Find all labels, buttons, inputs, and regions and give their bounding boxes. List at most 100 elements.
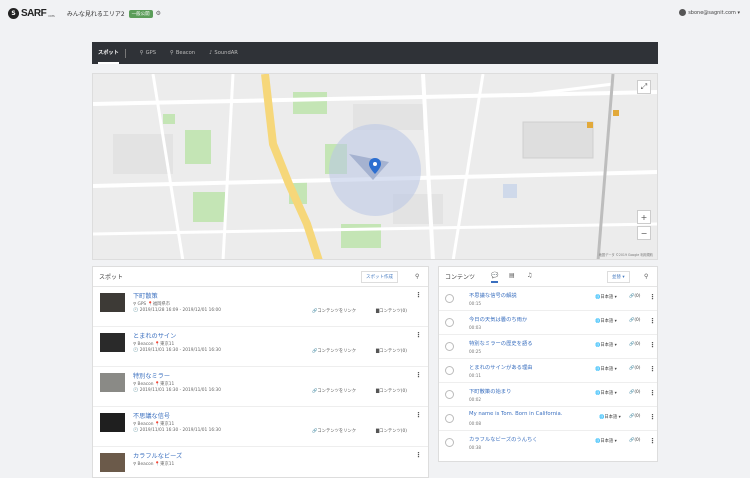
spot-thumbnail: [100, 413, 125, 432]
link-content-button[interactable]: 🔗コンテンツをリンク: [312, 348, 356, 354]
language-select[interactable]: 🌐日本語 ▾: [595, 438, 617, 444]
content-title[interactable]: カラフルなビーズのうんちく: [469, 435, 538, 443]
more-icon[interactable]: ⋮: [415, 371, 422, 379]
contents-count[interactable]: ▇コンテンツ(0): [376, 308, 407, 314]
gear-icon[interactable]: ⚙: [156, 10, 161, 17]
content-title[interactable]: とまれのサインがある理由: [469, 363, 533, 371]
list-item[interactable]: 下町散策 ⚲ GPS 📍福岡県市 🕐 2019/11/28 16:09 - 20…: [93, 287, 428, 327]
logo-mark: S: [8, 8, 19, 19]
list-item[interactable]: 不思議な信号 ⚲ Beacon 📍東京11 🕐 2019/11/01 16:30…: [93, 407, 428, 447]
select-radio[interactable]: [445, 438, 454, 447]
content-duration: 00:02: [469, 397, 482, 402]
more-icon[interactable]: ⋮: [649, 341, 656, 349]
content-title[interactable]: 下町散策の始まり: [469, 387, 511, 395]
contents-count[interactable]: ▇コンテンツ(0): [376, 388, 407, 394]
more-icon[interactable]: ⋮: [415, 331, 422, 339]
more-icon[interactable]: ⋮: [415, 451, 422, 459]
spot-type: ⚲ Beacon 📍東京11: [133, 422, 175, 427]
tab-beacon[interactable]: ⚲ Beacon: [170, 42, 195, 64]
search-icon[interactable]: ⚲: [415, 273, 419, 280]
content-title[interactable]: My name is Tom. Born in California.: [469, 411, 562, 417]
link-count: 🔗(0): [629, 294, 641, 299]
spot-title[interactable]: 下町散策: [133, 291, 158, 300]
list-item[interactable]: 特別なミラー ⚲ Beacon 📍東京11 🕐 2019/11/01 16:30…: [93, 367, 428, 407]
contents-count[interactable]: ▇コンテンツ(0): [376, 348, 407, 354]
language-select[interactable]: 🌐日本語 ▾: [595, 390, 617, 396]
list-item[interactable]: 下町散策の始まり 00:02 🌐日本語 ▾ 🔗(0) ⋮: [439, 383, 657, 407]
list-item[interactable]: とまれのサインがある理由 00:11 🌐日本語 ▾ 🔗(0) ⋮: [439, 359, 657, 383]
language-select[interactable]: 🌐日本語 ▾: [595, 342, 617, 348]
more-icon[interactable]: ⋮: [649, 437, 656, 445]
contents-count[interactable]: ▇コンテンツ(0): [376, 428, 407, 434]
spots-panel-title: スポット: [99, 274, 124, 281]
zoom-in-button[interactable]: +: [637, 210, 651, 224]
select-radio[interactable]: [445, 342, 454, 351]
music-icon[interactable]: ♫: [527, 272, 532, 279]
tab-spot[interactable]: スポット: [98, 42, 119, 64]
link-content-button[interactable]: 🔗コンテンツをリンク: [312, 388, 356, 394]
app-logo[interactable]: S SARF CMS: [8, 8, 55, 19]
select-radio[interactable]: [445, 366, 454, 375]
link-content-button[interactable]: 🔗コンテンツをリンク: [312, 428, 356, 434]
more-icon[interactable]: ⋮: [649, 389, 656, 397]
language-select[interactable]: 🌐日本語 ▾: [595, 318, 617, 324]
document-icon[interactable]: ▤: [509, 272, 515, 279]
speech-icon[interactable]: 💬: [491, 272, 499, 283]
more-icon[interactable]: ⋮: [649, 293, 656, 301]
link-content-button[interactable]: 🔗コンテンツをリンク: [312, 308, 356, 314]
spots-panel: スポット スポット作成 ⚲ 下町散策 ⚲ GPS 📍福岡県市 🕐 2019/11…: [92, 266, 429, 478]
list-item[interactable]: My name is Tom. Born in California. 00:0…: [439, 407, 657, 431]
more-icon[interactable]: ⋮: [649, 413, 656, 421]
tab-divider: [124, 48, 126, 58]
tab-soundar[interactable]: ♪ SoundAR: [209, 42, 238, 64]
content-duration: 00:15: [469, 301, 482, 306]
logo-subtext: CMS: [48, 13, 55, 18]
link-count: 🔗(0): [629, 342, 641, 347]
spot-thumbnail: [100, 453, 125, 472]
fullscreen-button[interactable]: ⤢: [637, 80, 651, 94]
select-radio[interactable]: [445, 414, 454, 423]
content-duration: 00:11: [469, 373, 482, 378]
content-title[interactable]: 不思議な信号の解説: [469, 291, 517, 299]
tab-spot-label: スポット: [98, 49, 119, 56]
content-duration: 00:38: [469, 445, 482, 450]
more-icon[interactable]: ⋮: [649, 317, 656, 325]
more-icon[interactable]: ⋮: [649, 365, 656, 373]
spot-title[interactable]: とまれのサイン: [133, 331, 176, 340]
spot-title[interactable]: 特別なミラー: [133, 371, 170, 380]
search-icon[interactable]: ⚲: [644, 273, 648, 280]
list-item[interactable]: 不思議な信号の解説 00:15 🌐日本語 ▾ 🔗(0) ⋮: [439, 287, 657, 311]
spot-type-tabbar: スポット ⚲ GPS ⚲ Beacon ♪ SoundAR: [92, 42, 658, 64]
select-radio[interactable]: [445, 294, 454, 303]
link-count: 🔗(0): [629, 414, 641, 419]
park-area: [293, 92, 327, 114]
language-select[interactable]: 🌐日本語 ▾: [595, 366, 617, 372]
tab-gps[interactable]: ⚲ GPS: [140, 42, 156, 64]
more-icon[interactable]: ⋮: [415, 411, 422, 419]
list-item[interactable]: カラフルなビーズのうんちく 00:38 🌐日本語 ▾ 🔗(0) ⋮: [439, 431, 657, 455]
list-item[interactable]: カラフルなビーズ ⚲ Beacon 📍東京11 ⋮: [93, 447, 428, 477]
content-title[interactable]: 今日の天気は曇のち雨か: [469, 315, 527, 323]
spot-date: 🕐 2019/11/01 16:30 - 2019/11/01 16:30: [133, 388, 222, 393]
list-item[interactable]: 特別なミラーの歴史を語る 00:25 🌐日本語 ▾ 🔗(0) ⋮: [439, 335, 657, 359]
content-title[interactable]: 特別なミラーの歴史を語る: [469, 339, 533, 347]
sort-button[interactable]: 並替 ▾: [607, 271, 630, 283]
language-select[interactable]: 🌐日本語 ▾: [595, 294, 617, 300]
select-radio[interactable]: [445, 390, 454, 399]
spot-type: ⚲ GPS 📍福岡県市: [133, 302, 171, 307]
map-view[interactable]: ⤢ + − 地図データ ©2019 Google 利用規約: [92, 73, 658, 260]
list-item[interactable]: 今日の天気は曇のち雨か 00:03 🌐日本語 ▾ 🔗(0) ⋮: [439, 311, 657, 335]
user-menu[interactable]: sbone@sagnit.com ▾: [679, 9, 740, 16]
select-radio[interactable]: [445, 318, 454, 327]
contents-panel: コンテンツ 💬 ▤ ♫ 並替 ▾ ⚲ 不思議な信号の解説 00:15 🌐日本語 …: [438, 266, 658, 462]
spot-title[interactable]: 不思議な信号: [133, 411, 170, 420]
user-avatar-icon: [679, 9, 687, 16]
create-spot-button[interactable]: スポット作成: [361, 271, 398, 283]
public-badge: 一般公開: [128, 9, 153, 18]
spot-title[interactable]: カラフルなビーズ: [133, 451, 182, 460]
language-select[interactable]: 🌐日本語 ▾: [599, 414, 621, 420]
more-icon[interactable]: ⋮: [415, 291, 422, 299]
list-item[interactable]: とまれのサイン ⚲ Beacon 📍東京11 🕐 2019/11/01 16:3…: [93, 327, 428, 367]
zoom-out-button[interactable]: −: [637, 226, 651, 240]
sound-icon: ♪: [209, 50, 213, 56]
